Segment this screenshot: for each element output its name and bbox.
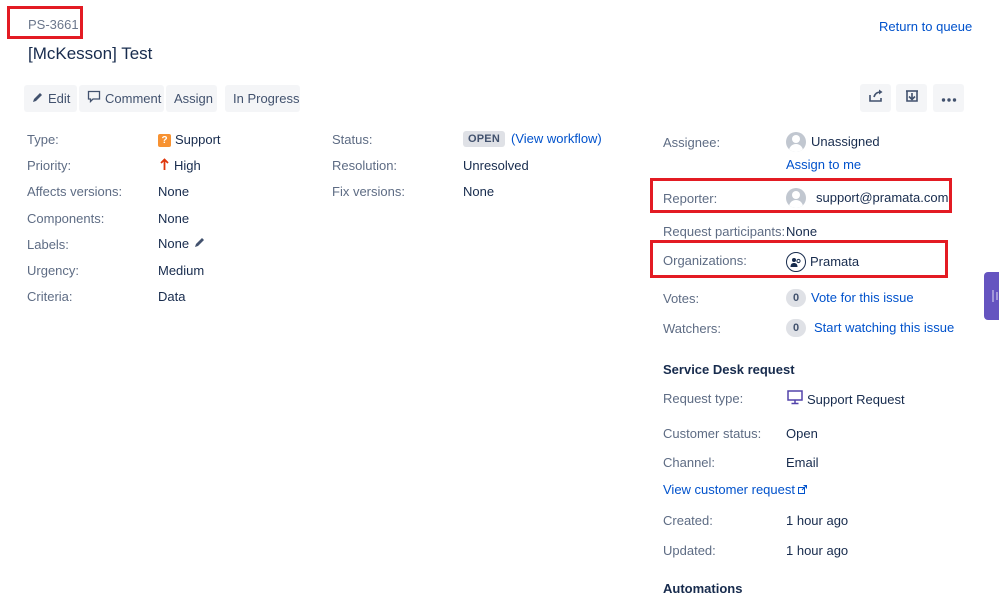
resolution-label: Resolution: xyxy=(332,158,398,173)
criteria-label: Criteria: xyxy=(27,289,73,304)
components-value[interactable]: None xyxy=(158,211,189,227)
service-desk-heading: Service Desk request xyxy=(663,362,795,377)
urgency-value[interactable]: Medium xyxy=(158,263,204,279)
watchers-label: Watchers: xyxy=(663,321,722,336)
comment-button[interactable]: Comment xyxy=(79,85,164,112)
view-customer-request-label: View customer request xyxy=(663,482,795,497)
share-button[interactable] xyxy=(860,84,891,112)
fix-versions-value[interactable]: None xyxy=(463,184,494,200)
avatar xyxy=(786,188,806,208)
assignee-value[interactable]: Unassigned xyxy=(786,132,880,152)
organizations-label: Organizations: xyxy=(663,253,747,268)
reporter-label: Reporter: xyxy=(663,191,718,206)
fix-versions-label: Fix versions: xyxy=(332,184,405,199)
issue-title: [McKesson] Test xyxy=(28,44,153,63)
type-value-text: Support xyxy=(175,132,221,147)
priority-value-text: High xyxy=(174,158,201,173)
assignee-value-text: Unassigned xyxy=(811,134,880,149)
view-workflow-link[interactable]: (View workflow) xyxy=(511,131,602,147)
type-value[interactable]: ? Support xyxy=(158,132,221,148)
urgency-label: Urgency: xyxy=(27,263,80,278)
status-label: Status: xyxy=(332,132,373,147)
created-value: 1 hour ago xyxy=(786,513,849,528)
side-feedback-tab[interactable] xyxy=(984,272,999,320)
labels-label: Labels: xyxy=(27,237,69,252)
resolution-value: Unresolved xyxy=(463,158,529,173)
votes-label: Votes: xyxy=(663,291,700,306)
export-button[interactable] xyxy=(896,84,927,112)
more-actions-button[interactable] xyxy=(933,84,964,112)
customer-status-value: Open xyxy=(786,426,818,441)
assignee-label: Assignee: xyxy=(663,135,721,150)
watchers-value: 0 Start watching this issue xyxy=(786,319,954,337)
labels-value[interactable]: None xyxy=(158,236,206,252)
organization-icon xyxy=(786,252,806,272)
edit-button[interactable]: Edit xyxy=(24,85,77,112)
monitor-icon xyxy=(787,390,803,409)
organizations-value[interactable]: Pramata xyxy=(786,252,859,272)
view-customer-request-link[interactable]: View customer request xyxy=(663,482,807,498)
affects-versions-value[interactable]: None xyxy=(158,184,189,200)
reporter-value[interactable]: support@pramata.com xyxy=(786,188,948,208)
updated-label: Updated: xyxy=(663,543,716,558)
status-value: OPEN (View workflow) xyxy=(463,131,602,147)
updated-value: 1 hour ago xyxy=(786,543,849,558)
external-link-icon xyxy=(798,482,807,498)
priority-value[interactable]: High xyxy=(160,158,201,174)
pencil-icon xyxy=(32,85,44,112)
comment-icon xyxy=(87,85,101,112)
request-type-value[interactable]: Support Request xyxy=(787,390,905,409)
request-type-label: Request type: xyxy=(663,391,744,406)
affects-versions-label: Affects versions: xyxy=(27,184,123,199)
channel-value: Email xyxy=(786,455,819,470)
support-type-icon: ? xyxy=(158,133,171,147)
reporter-value-text: support@pramata.com xyxy=(816,190,949,205)
comment-button-label: Comment xyxy=(105,91,162,106)
arrow-up-icon xyxy=(160,158,169,174)
request-participants-label: Request participants: xyxy=(663,224,786,239)
channel-label: Channel: xyxy=(663,455,716,470)
assign-to-me-link[interactable]: Assign to me xyxy=(786,157,861,173)
start-watching-link[interactable]: Start watching this issue xyxy=(814,320,954,336)
votes-value: 0 Vote for this issue xyxy=(786,289,914,307)
watchers-count-badge: 0 xyxy=(786,319,806,337)
criteria-value[interactable]: Data xyxy=(158,289,185,305)
request-participants-value[interactable]: None xyxy=(786,224,817,240)
priority-label: Priority: xyxy=(27,158,72,173)
return-to-queue-link[interactable]: Return to queue xyxy=(879,19,972,34)
issue-key[interactable]: PS-3661 xyxy=(28,17,79,32)
in-progress-button[interactable]: In Progress xyxy=(225,85,300,112)
vote-link[interactable]: Vote for this issue xyxy=(811,290,914,306)
customer-status-label: Customer status: xyxy=(663,426,762,441)
share-icon xyxy=(868,89,884,108)
components-label: Components: xyxy=(27,211,105,226)
assign-button[interactable]: Assign xyxy=(166,85,217,112)
request-type-value-text: Support Request xyxy=(807,391,905,407)
type-label: Type: xyxy=(27,132,59,147)
assign-button-label: Assign xyxy=(174,91,214,106)
in-progress-button-label: In Progress xyxy=(233,91,300,106)
votes-count-badge: 0 xyxy=(786,289,806,307)
labels-value-text: None xyxy=(158,236,190,251)
avatar xyxy=(786,132,806,152)
status-badge: OPEN xyxy=(463,131,505,147)
edit-button-label: Edit xyxy=(48,91,71,106)
organizations-value-text: Pramata xyxy=(810,254,860,269)
pencil-icon[interactable] xyxy=(194,236,206,252)
created-label: Created: xyxy=(663,513,713,528)
export-icon xyxy=(904,89,920,108)
more-icon xyxy=(941,89,957,107)
